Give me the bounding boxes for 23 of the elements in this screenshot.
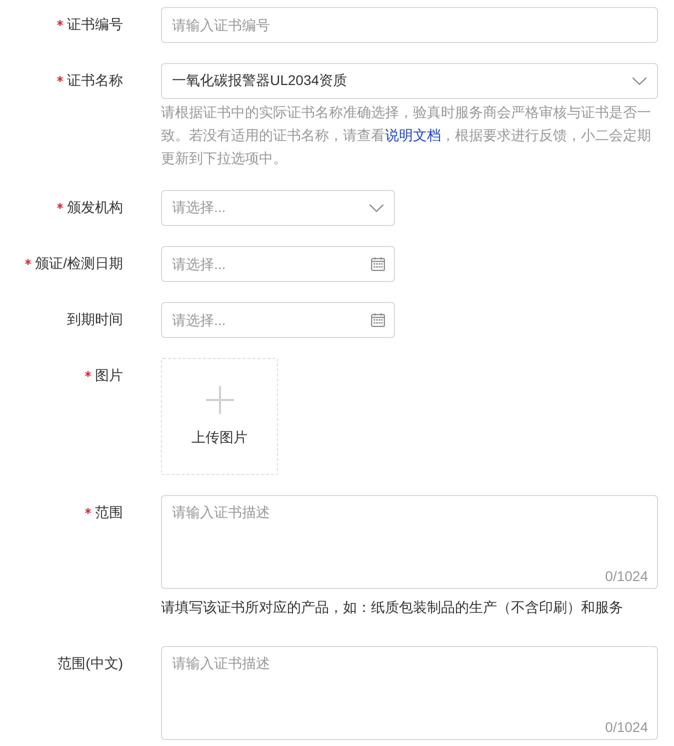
calendar-icon bbox=[371, 313, 385, 327]
plus-icon bbox=[206, 386, 234, 414]
field-label: 范围(中文) bbox=[58, 655, 123, 673]
calendar-icon bbox=[371, 257, 385, 271]
select-field[interactable]: 一氧化碳报警器UL2034资质 bbox=[161, 63, 658, 99]
help-link[interactable]: 说明文档 bbox=[385, 127, 441, 143]
help-text: 请根据证书中的实际证书名称准确选择，验真时服务商会严格审核与证书是否一致。若没有适用的证书名称，请查看说明文档，根据要求进行反馈，小二会定期更新到下拉选项中。 bbox=[161, 103, 652, 168]
field-label: 范围 bbox=[95, 504, 123, 522]
upload-button[interactable]: 上传图片 bbox=[161, 358, 278, 475]
field-label: 图片 bbox=[95, 367, 123, 385]
text-input[interactable]: 请输入证书编号 bbox=[161, 7, 658, 43]
field-label: 颁证/检测日期 bbox=[35, 255, 123, 273]
field-label: 证书编号 bbox=[67, 16, 123, 34]
date-input[interactable]: 请选择... bbox=[161, 302, 395, 338]
character-count: 0/1024 bbox=[605, 567, 648, 586]
help-text: 请填写该证书所对应的产品，如：纸质包装制品的生产（不含印刷）和服务 bbox=[161, 598, 624, 617]
field-label: 证书名称 bbox=[67, 72, 123, 90]
field-label: 颁发机构 bbox=[67, 199, 123, 217]
chevron-down-icon bbox=[632, 77, 647, 85]
field-label: 到期时间 bbox=[67, 311, 123, 329]
date-input[interactable]: 请选择... bbox=[161, 246, 395, 282]
character-count: 0/1024 bbox=[605, 718, 648, 737]
chevron-down-icon bbox=[369, 204, 384, 212]
